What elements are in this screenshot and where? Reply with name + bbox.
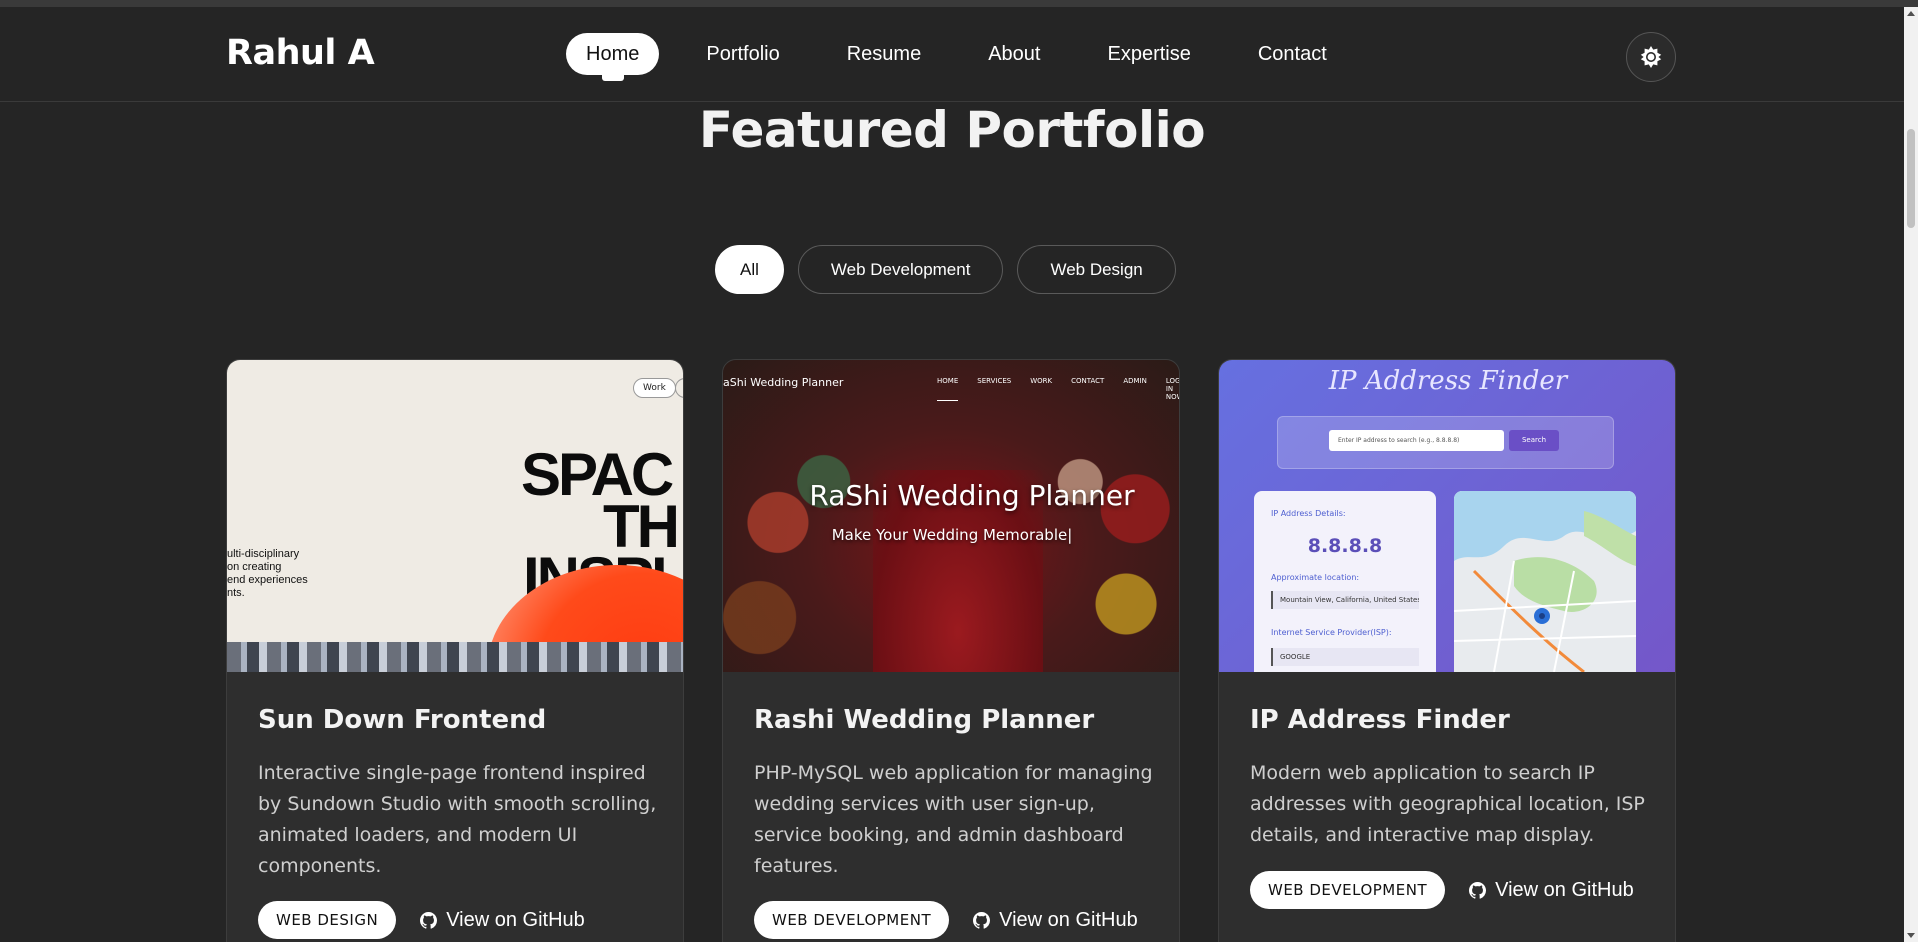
preview-work-pill: Work [633, 378, 676, 398]
preview-nav-item: SERVICES [977, 377, 1012, 385]
preview-nav-item: HOME [937, 377, 959, 401]
card-title: IP Address Finder [1250, 705, 1510, 735]
section-title: Featured Portfolio [698, 101, 1206, 159]
preview-isp-label: Internet Service Provider(ISP): [1271, 628, 1392, 637]
github-icon [1469, 881, 1487, 899]
map-graphic [1454, 491, 1636, 672]
nav-home[interactable]: Home [566, 33, 660, 81]
preview-details-panel: IP Address Details: 8.8.8.8 Approximate … [1254, 491, 1436, 672]
preview-nav: HOME SERVICES WORK CONTACT ADMIN LOG IN … [937, 377, 1180, 401]
github-link[interactable]: View on GitHub [1469, 879, 1634, 902]
preview-photo-strip [227, 642, 683, 672]
filter-web-development[interactable]: Web Development [797, 245, 1004, 294]
nav-about[interactable]: About [968, 33, 1060, 75]
preview-nav-item: WORK [1030, 377, 1053, 385]
category-tag: WEB DESIGN [258, 901, 397, 939]
card-description: PHP-MySQL web application for managing w… [754, 762, 1153, 877]
nav-portfolio[interactable]: Portfolio [686, 33, 799, 75]
preview-subheading: Make Your Wedding Memorable| [831, 526, 1073, 544]
navbar: Rahul A Home Portfolio Resume About Expe… [0, 7, 1904, 102]
nav-expertise[interactable]: Expertise [1087, 33, 1210, 75]
scroll-up-arrow-icon[interactable] [1907, 11, 1915, 16]
github-link-label: View on GitHub [446, 908, 585, 931]
card-title: Rashi Wedding Planner [754, 705, 1095, 735]
preview-search-input: Enter IP address to search (e.g., 8.8.8.… [1329, 430, 1504, 451]
brand-logo[interactable]: Rahul A [226, 33, 375, 73]
theme-toggle-button[interactable] [1626, 32, 1676, 82]
preview-map [1454, 491, 1636, 672]
card-preview-image: aShi Wedding Planner HOME SERVICES WORK … [723, 360, 1180, 672]
nav-links: Home Portfolio Resume About Expertise Co… [566, 33, 1374, 81]
preview-side-line: end experiences [227, 574, 308, 586]
preview-details-label: IP Address Details: [1271, 509, 1346, 518]
scrollbar[interactable] [1904, 7, 1918, 942]
category-tag: WEB DEVELOPMENT [754, 901, 950, 939]
filter-web-design[interactable]: Web Design [1017, 245, 1176, 294]
preview-location-label: Approximate location: [1271, 573, 1360, 582]
preview-isp-value: GOOGLE [1271, 648, 1419, 666]
filter-bar: All Web Development Web Design [715, 245, 1190, 294]
github-icon [420, 911, 438, 929]
nav-resume[interactable]: Resume [827, 33, 941, 75]
preview-location-value: Mountain View, California, United States… [1271, 591, 1419, 609]
github-link-label: View on GitHub [1495, 878, 1634, 901]
filter-all[interactable]: All [715, 245, 784, 294]
card-preview-image: IP Address Finder Enter IP address to se… [1219, 360, 1675, 672]
github-link[interactable]: View on GitHub [973, 909, 1138, 932]
preview-side-text: ulti-disciplinary on creating end experi… [227, 548, 308, 600]
category-tag: WEB DEVELOPMENT [1250, 871, 1446, 909]
nav-contact[interactable]: Contact [1238, 33, 1347, 75]
card-description: Modern web application to search IP addr… [1250, 762, 1645, 846]
sun-icon [1640, 46, 1662, 68]
preview-side-line: on creating [227, 561, 282, 573]
preview-search-button: Search [1509, 430, 1559, 451]
card-actions: WEB DEVELOPMENT View on GitHub [754, 901, 1138, 939]
card-preview-image: Work SPAC TH INSPI ulti-disciplinary on … [227, 360, 683, 672]
top-strip [0, 0, 1918, 7]
card-description: Interactive single-page frontend inspire… [258, 762, 657, 877]
github-link-label: View on GitHub [999, 908, 1138, 931]
card-actions: WEB DEVELOPMENT View on GitHub [1250, 871, 1634, 909]
github-link[interactable]: View on GitHub [420, 909, 585, 932]
preview-search-box: Enter IP address to search (e.g., 8.8.8.… [1277, 416, 1614, 469]
scrollbar-thumb[interactable] [1907, 129, 1915, 228]
preview-side-line: nts. [227, 587, 245, 599]
card-actions: WEB DESIGN View on GitHub [258, 901, 585, 939]
preview-nav-item: ADMIN [1123, 377, 1147, 385]
scroll-down-arrow-icon[interactable] [1907, 933, 1915, 938]
github-icon [973, 911, 991, 929]
portfolio-card-rashi-wedding[interactable]: aShi Wedding Planner HOME SERVICES WORK … [722, 359, 1180, 942]
preview-pill-circle [675, 378, 683, 398]
preview-heading: IP Address Finder [1328, 366, 1568, 396]
preview-side-line: ulti-disciplinary [227, 548, 300, 560]
preview-brand: aShi Wedding Planner [723, 376, 844, 389]
card-title: Sun Down Frontend [258, 705, 547, 735]
preview-ip-value: 8.8.8.8 [1307, 535, 1383, 557]
preview-heading: RaShi Wedding Planner [809, 479, 1135, 512]
preview-nav-item: LOG IN NOW [1165, 377, 1180, 401]
portfolio-card-sun-down[interactable]: Work SPAC TH INSPI ulti-disciplinary on … [226, 359, 684, 942]
preview-nav-item: CONTACT [1071, 377, 1105, 385]
portfolio-card-ip-finder[interactable]: IP Address Finder Enter IP address to se… [1218, 359, 1676, 942]
